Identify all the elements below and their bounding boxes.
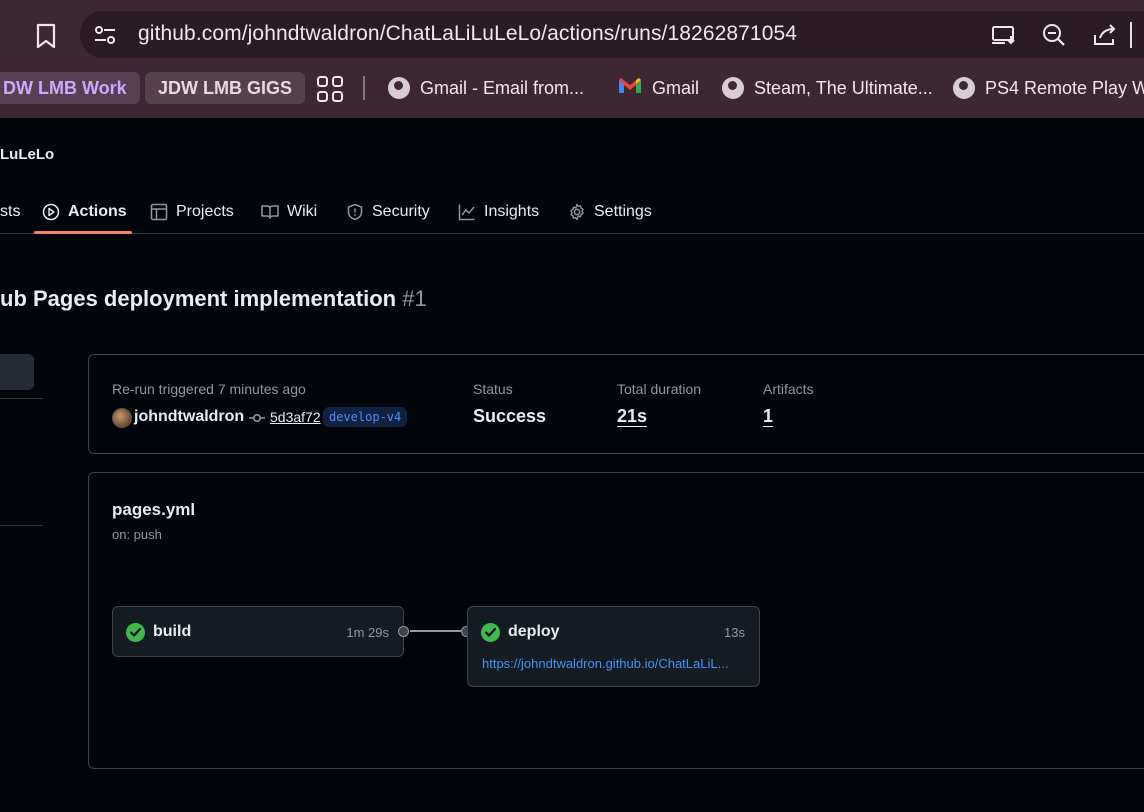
bookmark-gmail[interactable]: Gmail xyxy=(618,74,699,102)
artifacts-label: Artifacts xyxy=(763,381,814,397)
repo-name[interactable]: LuLeLo xyxy=(0,146,54,163)
bookmark-icon[interactable] xyxy=(30,20,62,52)
success-check-icon xyxy=(126,623,145,642)
site-info-icon[interactable] xyxy=(92,22,118,48)
job-connector xyxy=(410,630,462,632)
tab-actions[interactable]: Actions xyxy=(42,190,127,234)
job-name: deploy xyxy=(508,623,560,640)
shield-icon xyxy=(347,203,363,221)
install-app-icon[interactable] xyxy=(990,21,1018,49)
tab-label: Insights xyxy=(484,203,540,220)
bookmark-label: PS4 Remote Play Wi xyxy=(985,77,1144,98)
browser-chrome: github.com/johndtwaldron/ChatLaLiLuLeLo/… xyxy=(0,0,1144,118)
status-value: Success xyxy=(473,406,547,426)
bookmark-label: Gmail - Email from... xyxy=(420,77,585,98)
globe-icon xyxy=(953,77,975,99)
active-tab-indicator xyxy=(34,231,132,234)
branch-badge[interactable]: develop-v4 xyxy=(323,407,408,427)
repo-tabs: sts Actions Projects Wiki Security Insig… xyxy=(0,190,1144,234)
play-circle-icon xyxy=(42,203,60,221)
status-label: Status xyxy=(473,381,513,397)
url-text[interactable]: github.com/johndtwaldron/ChatLaLiLuLeLo/… xyxy=(138,22,797,46)
duration-link[interactable]: 21s xyxy=(617,406,647,427)
workflow-trigger: on: push xyxy=(112,527,162,542)
tab-label: Projects xyxy=(176,203,234,220)
run-summary-card xyxy=(88,354,1144,454)
workflow-file-name[interactable]: pages.yml xyxy=(112,500,195,520)
job-name: build xyxy=(153,623,192,640)
tab-label: Actions xyxy=(68,203,127,220)
job-duration: 13s xyxy=(724,625,745,640)
commit-sha-link[interactable]: 5d3af72 xyxy=(270,409,321,425)
address-bar-row: github.com/johndtwaldron/ChatLaLiLuLeLo/… xyxy=(0,0,1144,62)
tab-projects[interactable]: Projects xyxy=(150,190,234,234)
bookmarks-bar: DW LMB Work JDW LMB GIGS Gmail - Email f… xyxy=(0,62,1144,118)
share-icon[interactable] xyxy=(1091,21,1119,49)
table-icon xyxy=(150,203,168,221)
tab-label: sts xyxy=(0,203,21,220)
tab-label: Wiki xyxy=(287,203,318,220)
bookmark-gmail-email[interactable]: Gmail - Email from... xyxy=(388,74,584,102)
trigger-text: Re-run triggered 7 minutes ago xyxy=(112,381,306,397)
sidebar-divider xyxy=(0,398,43,399)
tab-insights[interactable]: Insights xyxy=(458,190,539,234)
duration-label: Total duration xyxy=(617,381,702,397)
job-duration: 1m 29s xyxy=(346,625,389,640)
git-commit-icon xyxy=(249,411,265,425)
bookmark-ps4-remote[interactable]: PS4 Remote Play Wi xyxy=(953,74,1144,102)
actor-link[interactable]: johndtwaldron xyxy=(134,408,244,426)
deployment-url-link[interactable]: https://johndtwaldron.github.io/ChatLaLi… xyxy=(482,656,728,671)
book-icon xyxy=(261,205,279,219)
tab-label: Security xyxy=(372,203,430,220)
bookmark-folder-gigs[interactable]: JDW LMB GIGS xyxy=(145,72,305,104)
bookmarks-separator xyxy=(363,76,365,100)
gear-icon xyxy=(570,203,584,221)
globe-icon xyxy=(388,77,410,99)
run-number: #1 xyxy=(402,286,427,311)
bookmark-folder-work[interactable]: DW LMB Work xyxy=(0,72,140,104)
zoom-icon[interactable] xyxy=(1040,21,1068,49)
success-check-icon xyxy=(481,623,500,642)
bookmark-steam[interactable]: Steam, The Ultimate... xyxy=(722,74,933,102)
globe-icon xyxy=(722,77,744,99)
toolbar-divider xyxy=(1130,22,1132,48)
graph-icon xyxy=(458,204,475,221)
job-build[interactable]: build 1m 29s xyxy=(112,606,404,657)
avatar[interactable] xyxy=(112,408,132,428)
artifacts-link[interactable]: 1 xyxy=(763,406,773,427)
tab-label: Settings xyxy=(594,203,652,220)
job-output-port xyxy=(398,626,409,637)
tab-security[interactable]: Security xyxy=(346,190,430,234)
bookmark-label: Gmail xyxy=(652,77,700,98)
sidebar-divider xyxy=(0,525,43,526)
run-title-text: ub Pages deployment implementation xyxy=(0,286,397,311)
job-deploy[interactable]: deploy 13s https://johndtwaldron.github.… xyxy=(467,606,760,687)
tab-wiki[interactable]: Wiki xyxy=(261,190,317,234)
bookmark-label: Steam, The Ultimate... xyxy=(754,77,933,98)
sidebar-button[interactable] xyxy=(0,354,34,390)
tab-settings[interactable]: Settings xyxy=(568,190,652,234)
tab-pull-requests[interactable]: sts xyxy=(0,190,20,234)
gmail-icon xyxy=(618,77,642,99)
page-title: ub Pages deployment implementation #1 xyxy=(0,286,427,312)
apps-grid-icon[interactable] xyxy=(316,75,344,103)
